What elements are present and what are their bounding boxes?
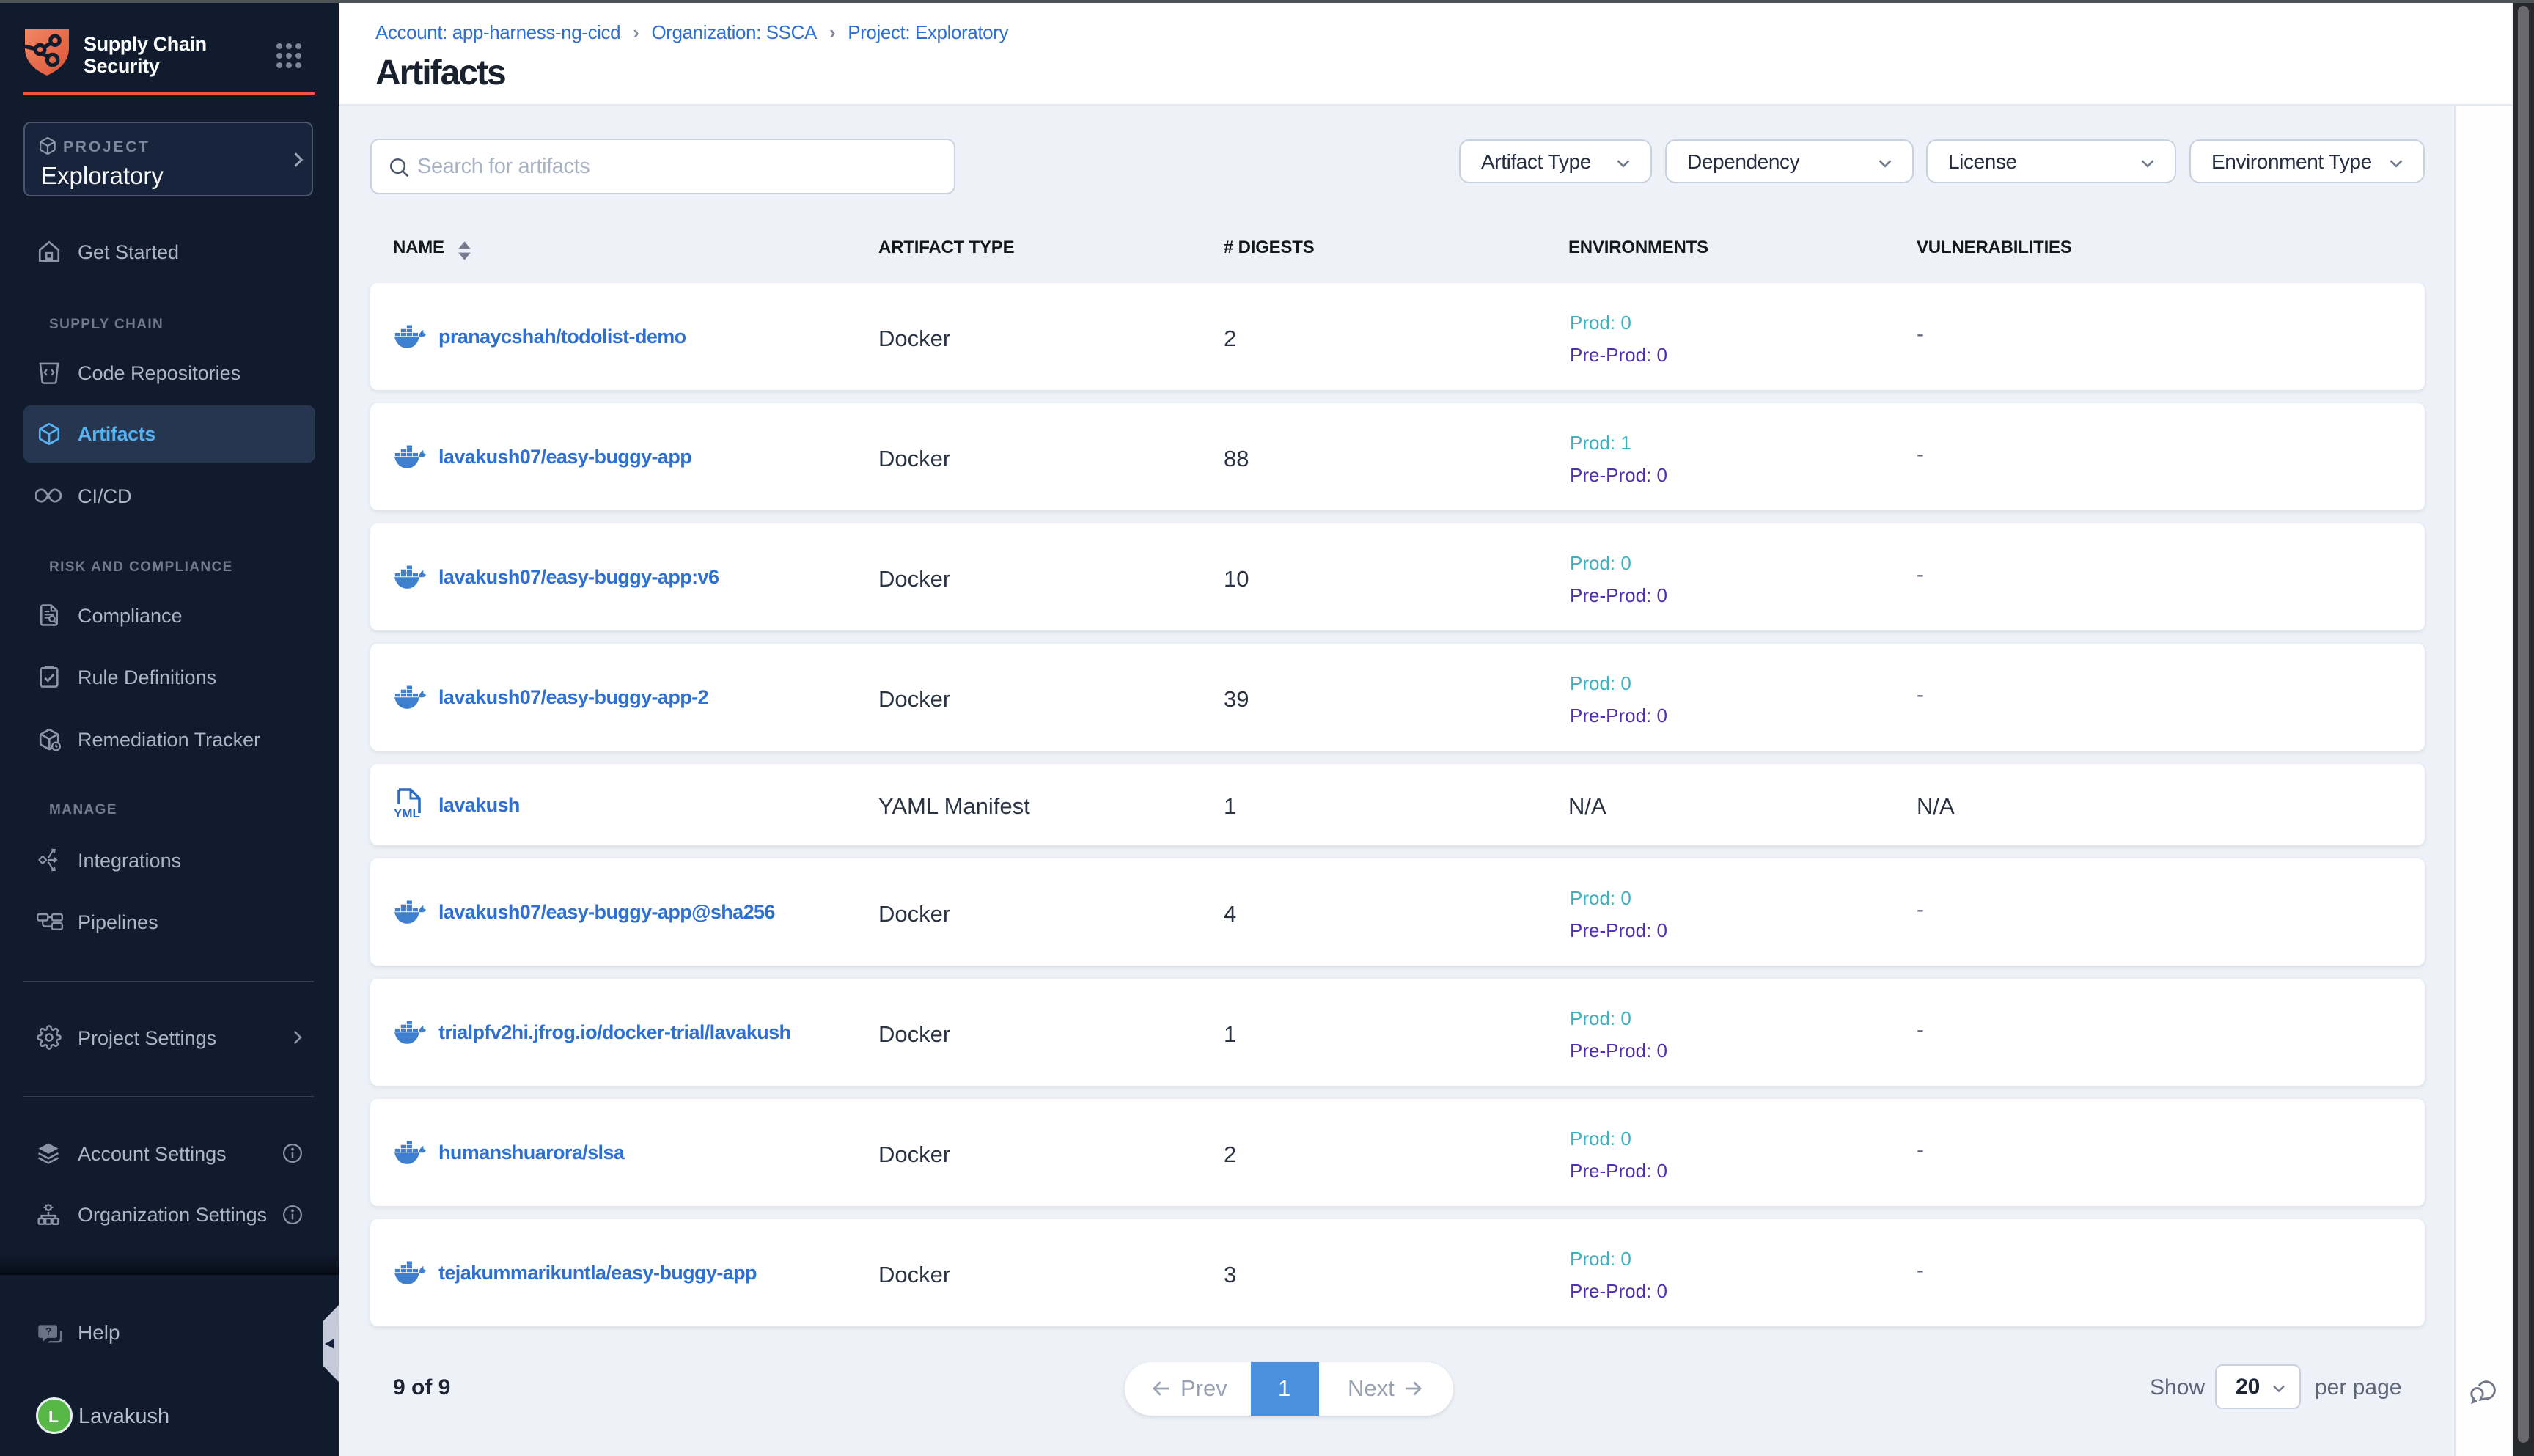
- svg-text:YML: YML: [394, 806, 420, 820]
- svg-text:?: ?: [45, 1325, 51, 1336]
